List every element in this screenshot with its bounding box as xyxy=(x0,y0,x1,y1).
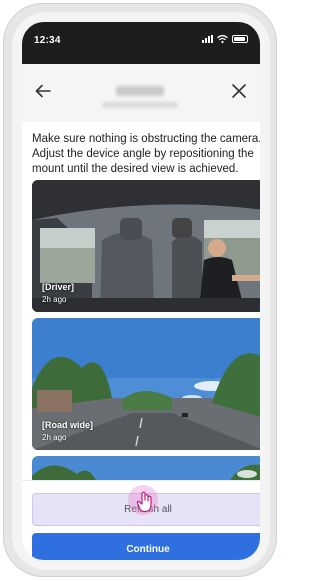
bottom-action-panel: Refresh all Continue xyxy=(22,480,260,560)
continue-button[interactable]: Continue xyxy=(32,533,260,560)
signal-icon xyxy=(202,35,213,43)
phone-bezel: 12:34 Make sure nothing is obstructing t… xyxy=(12,12,270,570)
header xyxy=(22,64,260,122)
status-bar: 12:34 xyxy=(22,22,260,64)
camera-label: [Road wide] xyxy=(42,420,93,430)
arrow-left-icon[interactable] xyxy=(34,82,52,100)
status-icons xyxy=(202,35,248,43)
status-time: 12:34 xyxy=(34,35,61,46)
close-icon[interactable] xyxy=(230,82,248,100)
camera-label: [Driver] xyxy=(42,282,75,292)
device-name-redacted xyxy=(116,86,164,96)
hand-pointer-icon xyxy=(136,491,152,513)
driver-camera-image xyxy=(32,180,260,312)
camera-preview-driver[interactable]: [Driver] 2h ago xyxy=(32,180,260,312)
instructions-text: Make sure nothing is obstructing the cam… xyxy=(32,133,260,175)
road-camera-image xyxy=(32,318,260,450)
battery-icon xyxy=(232,35,248,43)
camera-preview-road-wide[interactable]: [Road wide] 2h ago xyxy=(32,318,260,450)
wifi-icon xyxy=(217,35,228,43)
camera-timestamp: 2h ago xyxy=(42,295,67,304)
device-serial-redacted xyxy=(102,102,178,108)
phone-frame: 12:34 Make sure nothing is obstructing t… xyxy=(3,3,277,577)
camera-list: [Driver] 2h ago [Road wide] 2h ago xyxy=(32,180,260,502)
camera-timestamp: 2h ago xyxy=(42,433,67,442)
app-screen: 12:34 Make sure nothing is obstructing t… xyxy=(22,22,260,560)
